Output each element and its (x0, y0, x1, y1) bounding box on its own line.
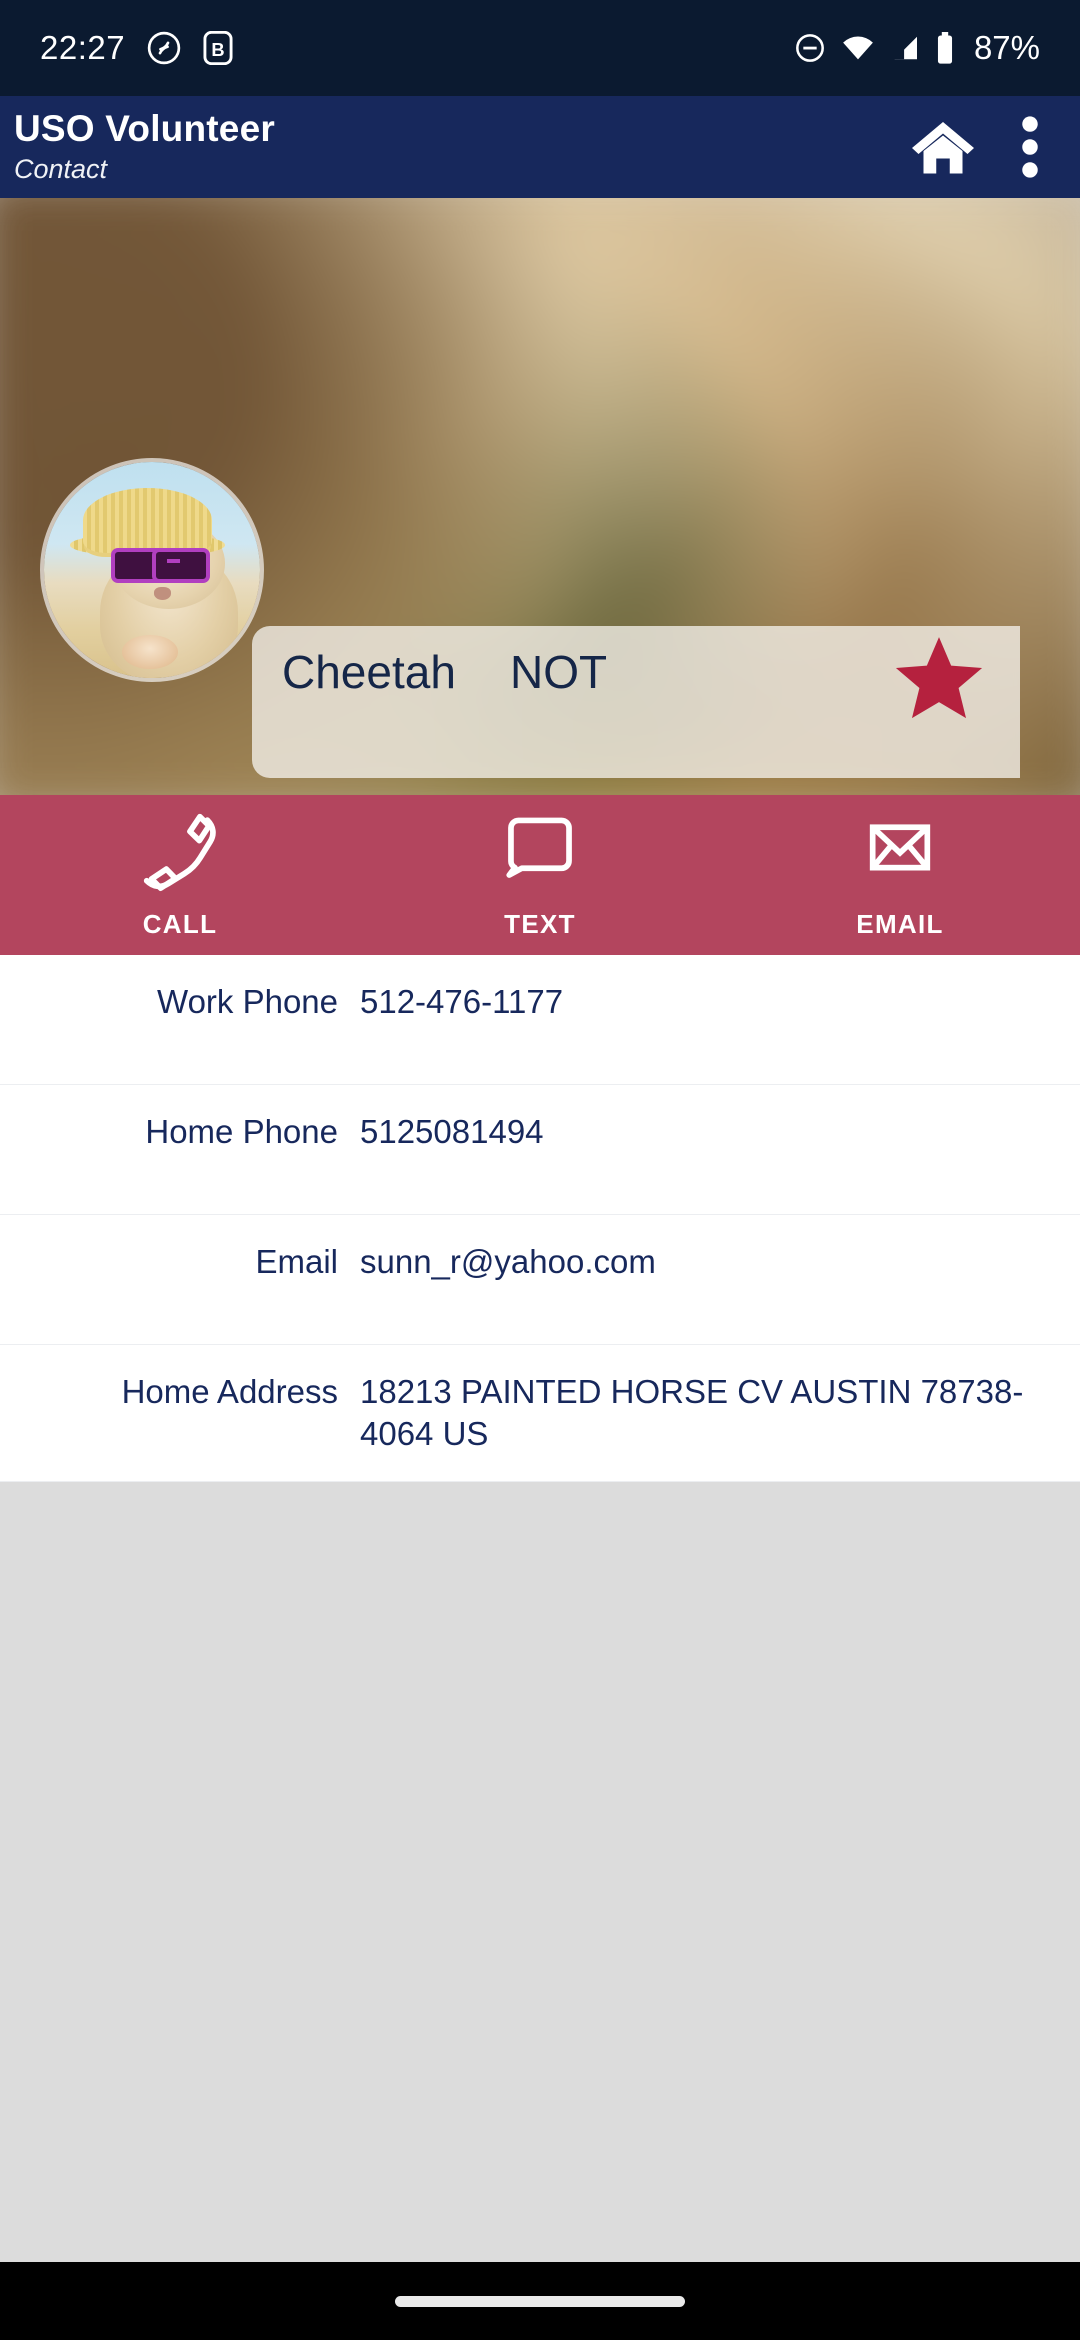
contact-details-list: Work Phone 512-476-1177 Home Phone 51250… (0, 955, 1080, 1483)
svg-text:B: B (211, 39, 224, 60)
status-bar-right: 87% (794, 29, 1040, 67)
overflow-menu-icon[interactable] (1022, 115, 1038, 179)
contact-first-name: Cheetah (282, 646, 456, 698)
detail-value[interactable]: 5125081494 (338, 1111, 1080, 1153)
call-button-label: CALL (142, 908, 218, 939)
table-row[interactable]: Email sunn_r@yahoo.com (0, 1215, 1080, 1345)
contact-avatar[interactable] (40, 458, 264, 682)
do-not-disturb-icon (794, 32, 826, 64)
status-bar-left: 22:27 B (40, 29, 233, 67)
app-bar-titles: USO Volunteer Contact (14, 108, 275, 185)
status-bar-clock: 22:27 (40, 29, 126, 66)
detail-label: Home Address (121, 1373, 338, 1410)
avatar-image (44, 462, 260, 678)
email-button[interactable]: EMAIL (720, 795, 1080, 955)
home-icon[interactable] (910, 117, 976, 177)
detail-label: Home Phone (145, 1113, 338, 1150)
system-navigation-bar (0, 2262, 1080, 2340)
contact-name-card[interactable]: Cheetah NOT (252, 626, 1020, 778)
favorite-star-icon[interactable] (890, 632, 988, 731)
table-row[interactable]: Home Address 18213 PAINTED HORSE CV AUST… (0, 1345, 1080, 1483)
page-title: USO Volunteer (14, 108, 275, 150)
battery-icon (935, 32, 955, 64)
hero-banner: Cheetah NOT (0, 198, 1080, 795)
shazam-icon (147, 31, 181, 65)
phone-screen: 22:27 B 87% USO Volunteer Contact Cheeta… (0, 0, 1080, 2340)
call-button[interactable]: CALL (0, 795, 360, 955)
text-button[interactable]: TEXT (360, 795, 720, 955)
app-bar-actions (910, 115, 1054, 179)
detail-value[interactable]: 512-476-1177 (338, 981, 1080, 1023)
envelope-icon (863, 811, 937, 897)
detail-label: Email (255, 1243, 338, 1280)
message-bubble-icon (503, 811, 577, 897)
bold-badge-icon: B (203, 31, 233, 65)
email-button-label: EMAIL (856, 908, 944, 939)
empty-content-area (0, 1482, 1080, 2262)
contact-action-bar: CALL TEXT EMAIL (0, 795, 1080, 955)
detail-value[interactable]: sunn_r@yahoo.com (338, 1241, 1080, 1283)
status-bar: 22:27 B 87% (0, 0, 1080, 96)
table-row[interactable]: Work Phone 512-476-1177 (0, 955, 1080, 1085)
wifi-icon (841, 34, 875, 62)
phone-icon (143, 811, 217, 897)
page-subtitle: Contact (14, 154, 108, 185)
contact-last-name: NOT (510, 646, 606, 698)
app-bar: USO Volunteer Contact (0, 96, 1080, 198)
contact-name-card-inner: Cheetah NOT (252, 636, 1020, 719)
text-button-label: TEXT (504, 908, 576, 939)
battery-percent-label: 87% (973, 29, 1040, 66)
table-row[interactable]: Home Phone 5125081494 (0, 1085, 1080, 1215)
detail-value[interactable]: 18213 PAINTED HORSE CV AUSTIN 78738-4064… (338, 1371, 1080, 1455)
home-gesture-pill[interactable] (395, 2295, 685, 2307)
detail-label: Work Phone (157, 983, 338, 1020)
cellular-signal-icon (890, 34, 920, 62)
